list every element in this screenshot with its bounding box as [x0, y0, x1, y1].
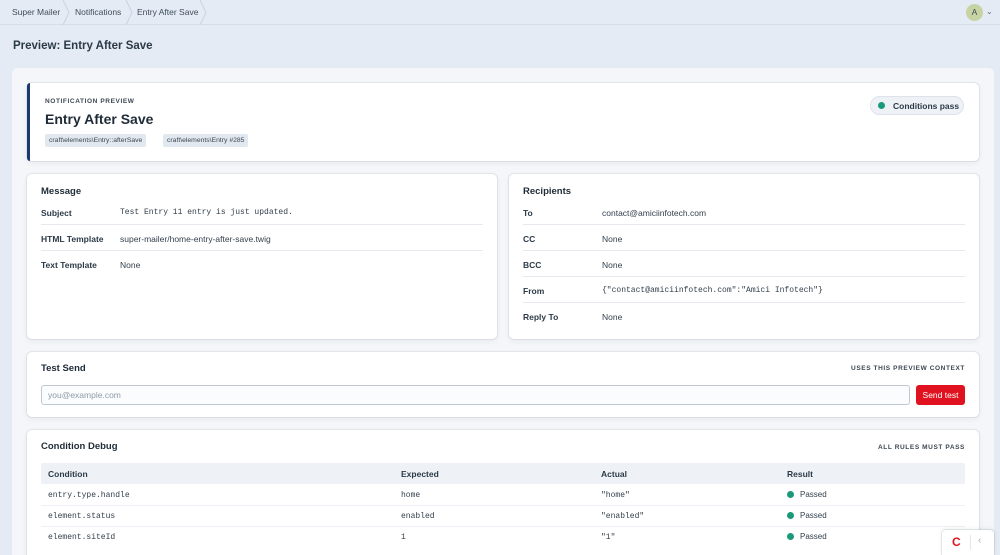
- column-header-result: Result: [787, 469, 813, 479]
- condition-cell: element.siteId: [48, 533, 116, 542]
- page-title: Preview: Entry After Save: [13, 40, 153, 52]
- craft-logo-icon[interactable]: C: [952, 535, 961, 549]
- message-card: Message Subject Test Entry 11 entry is j…: [27, 174, 497, 339]
- bcc-value: None: [602, 260, 623, 270]
- breadcrumb-separator-icon: [62, 0, 70, 25]
- cc-value: None: [602, 234, 623, 244]
- actual-cell: "1": [601, 533, 616, 542]
- message-heading: Message: [41, 186, 82, 197]
- actual-cell: "enabled": [601, 512, 645, 521]
- subject-value: Test Entry 11 entry is just updated.: [120, 208, 293, 217]
- widget-divider: [970, 535, 971, 550]
- to-value: contact@amiciinfotech.com: [602, 208, 707, 218]
- status-badge: Conditions pass: [870, 96, 964, 115]
- notification-preview-card: NOTIFICATION PREVIEW Entry After Save cr…: [27, 83, 979, 161]
- recipients-heading: Recipients: [523, 186, 572, 197]
- from-label: From: [523, 286, 545, 296]
- result-cell: Passed: [800, 490, 827, 499]
- preview-eyebrow: NOTIFICATION PREVIEW: [45, 98, 135, 105]
- breadcrumb-item-super-mailer[interactable]: Super Mailer: [12, 0, 60, 25]
- text-template-label: Text Template: [41, 260, 97, 270]
- text-template-value: None: [120, 260, 141, 270]
- html-template-label: HTML Template: [41, 234, 104, 244]
- card-accent-bar: [27, 83, 30, 161]
- column-header-condition: Condition: [48, 469, 88, 479]
- column-header-expected: Expected: [401, 469, 439, 479]
- row-divider: [41, 526, 965, 527]
- condition-debug-card: Condition Debug ALL RULES MUST PASS Cond…: [27, 430, 979, 555]
- expected-cell: home: [401, 491, 421, 500]
- recipients-card: Recipients To contact@amiciinfotech.com …: [509, 174, 979, 339]
- row-divider: [523, 250, 965, 251]
- breadcrumb-separator-icon: [125, 0, 133, 25]
- result-cell: Passed: [800, 511, 827, 520]
- from-value: {"contact@amiciinfotech.com":"Amici Info…: [602, 286, 823, 295]
- condition-debug-heading: Condition Debug: [41, 441, 118, 452]
- passed-dot-icon: [787, 491, 794, 498]
- debug-toolbar-widget[interactable]: C ‹: [942, 530, 994, 555]
- test-send-card: Test Send USES THIS PREVIEW CONTEXT Send…: [27, 352, 979, 417]
- event-chip: craft\elements\Entry::afterSave: [45, 134, 147, 147]
- test-send-hint: USES THIS PREVIEW CONTEXT: [851, 365, 965, 372]
- condition-cell: element.status: [48, 512, 116, 521]
- cc-label: CC: [523, 234, 536, 244]
- row-divider: [523, 224, 965, 225]
- status-label: Conditions pass: [893, 101, 960, 111]
- breadcrumb: Super Mailer Notifications Entry After S…: [0, 0, 1000, 25]
- condition-cell: entry.type.handle: [48, 491, 130, 500]
- column-header-actual: Actual: [601, 469, 627, 479]
- breadcrumb-separator-icon: [199, 0, 207, 25]
- passed-dot-icon: [787, 512, 794, 519]
- passed-dot-icon: [787, 533, 794, 540]
- reply-to-label: Reply To: [523, 312, 559, 322]
- send-test-button[interactable]: Send test: [916, 385, 965, 405]
- row-divider: [41, 250, 483, 251]
- row-divider: [523, 302, 965, 303]
- row-divider: [41, 224, 483, 225]
- expected-cell: enabled: [401, 512, 435, 521]
- content-area: NOTIFICATION PREVIEW Entry After Save cr…: [12, 68, 994, 555]
- result-cell: Passed: [800, 532, 827, 541]
- table-header: Condition Expected Actual Result: [41, 463, 965, 484]
- expected-cell: 1: [401, 533, 406, 542]
- subject-label: Subject: [41, 208, 72, 218]
- row-divider: [41, 505, 965, 506]
- chevron-left-icon[interactable]: ‹: [978, 535, 981, 546]
- html-template-value: super-mailer/home-entry-after-save.twig: [120, 234, 271, 244]
- actual-cell: "home": [601, 491, 630, 500]
- reply-to-value: None: [602, 312, 623, 322]
- chevron-down-icon[interactable]: ⌄: [986, 7, 993, 16]
- preview-title: Entry After Save: [45, 111, 154, 127]
- element-chip: craft\elements\Entry #285: [163, 134, 249, 147]
- breadcrumb-item-notifications[interactable]: Notifications: [75, 0, 121, 25]
- test-email-input[interactable]: [41, 385, 910, 405]
- row-divider: [523, 276, 965, 277]
- user-avatar[interactable]: A: [966, 4, 983, 21]
- status-dot-icon: [878, 102, 885, 109]
- condition-debug-hint: ALL RULES MUST PASS: [878, 444, 965, 451]
- test-send-heading: Test Send: [41, 363, 86, 374]
- breadcrumb-item-current: Entry After Save: [137, 7, 199, 17]
- bcc-label: BCC: [523, 260, 542, 270]
- to-label: To: [523, 208, 533, 218]
